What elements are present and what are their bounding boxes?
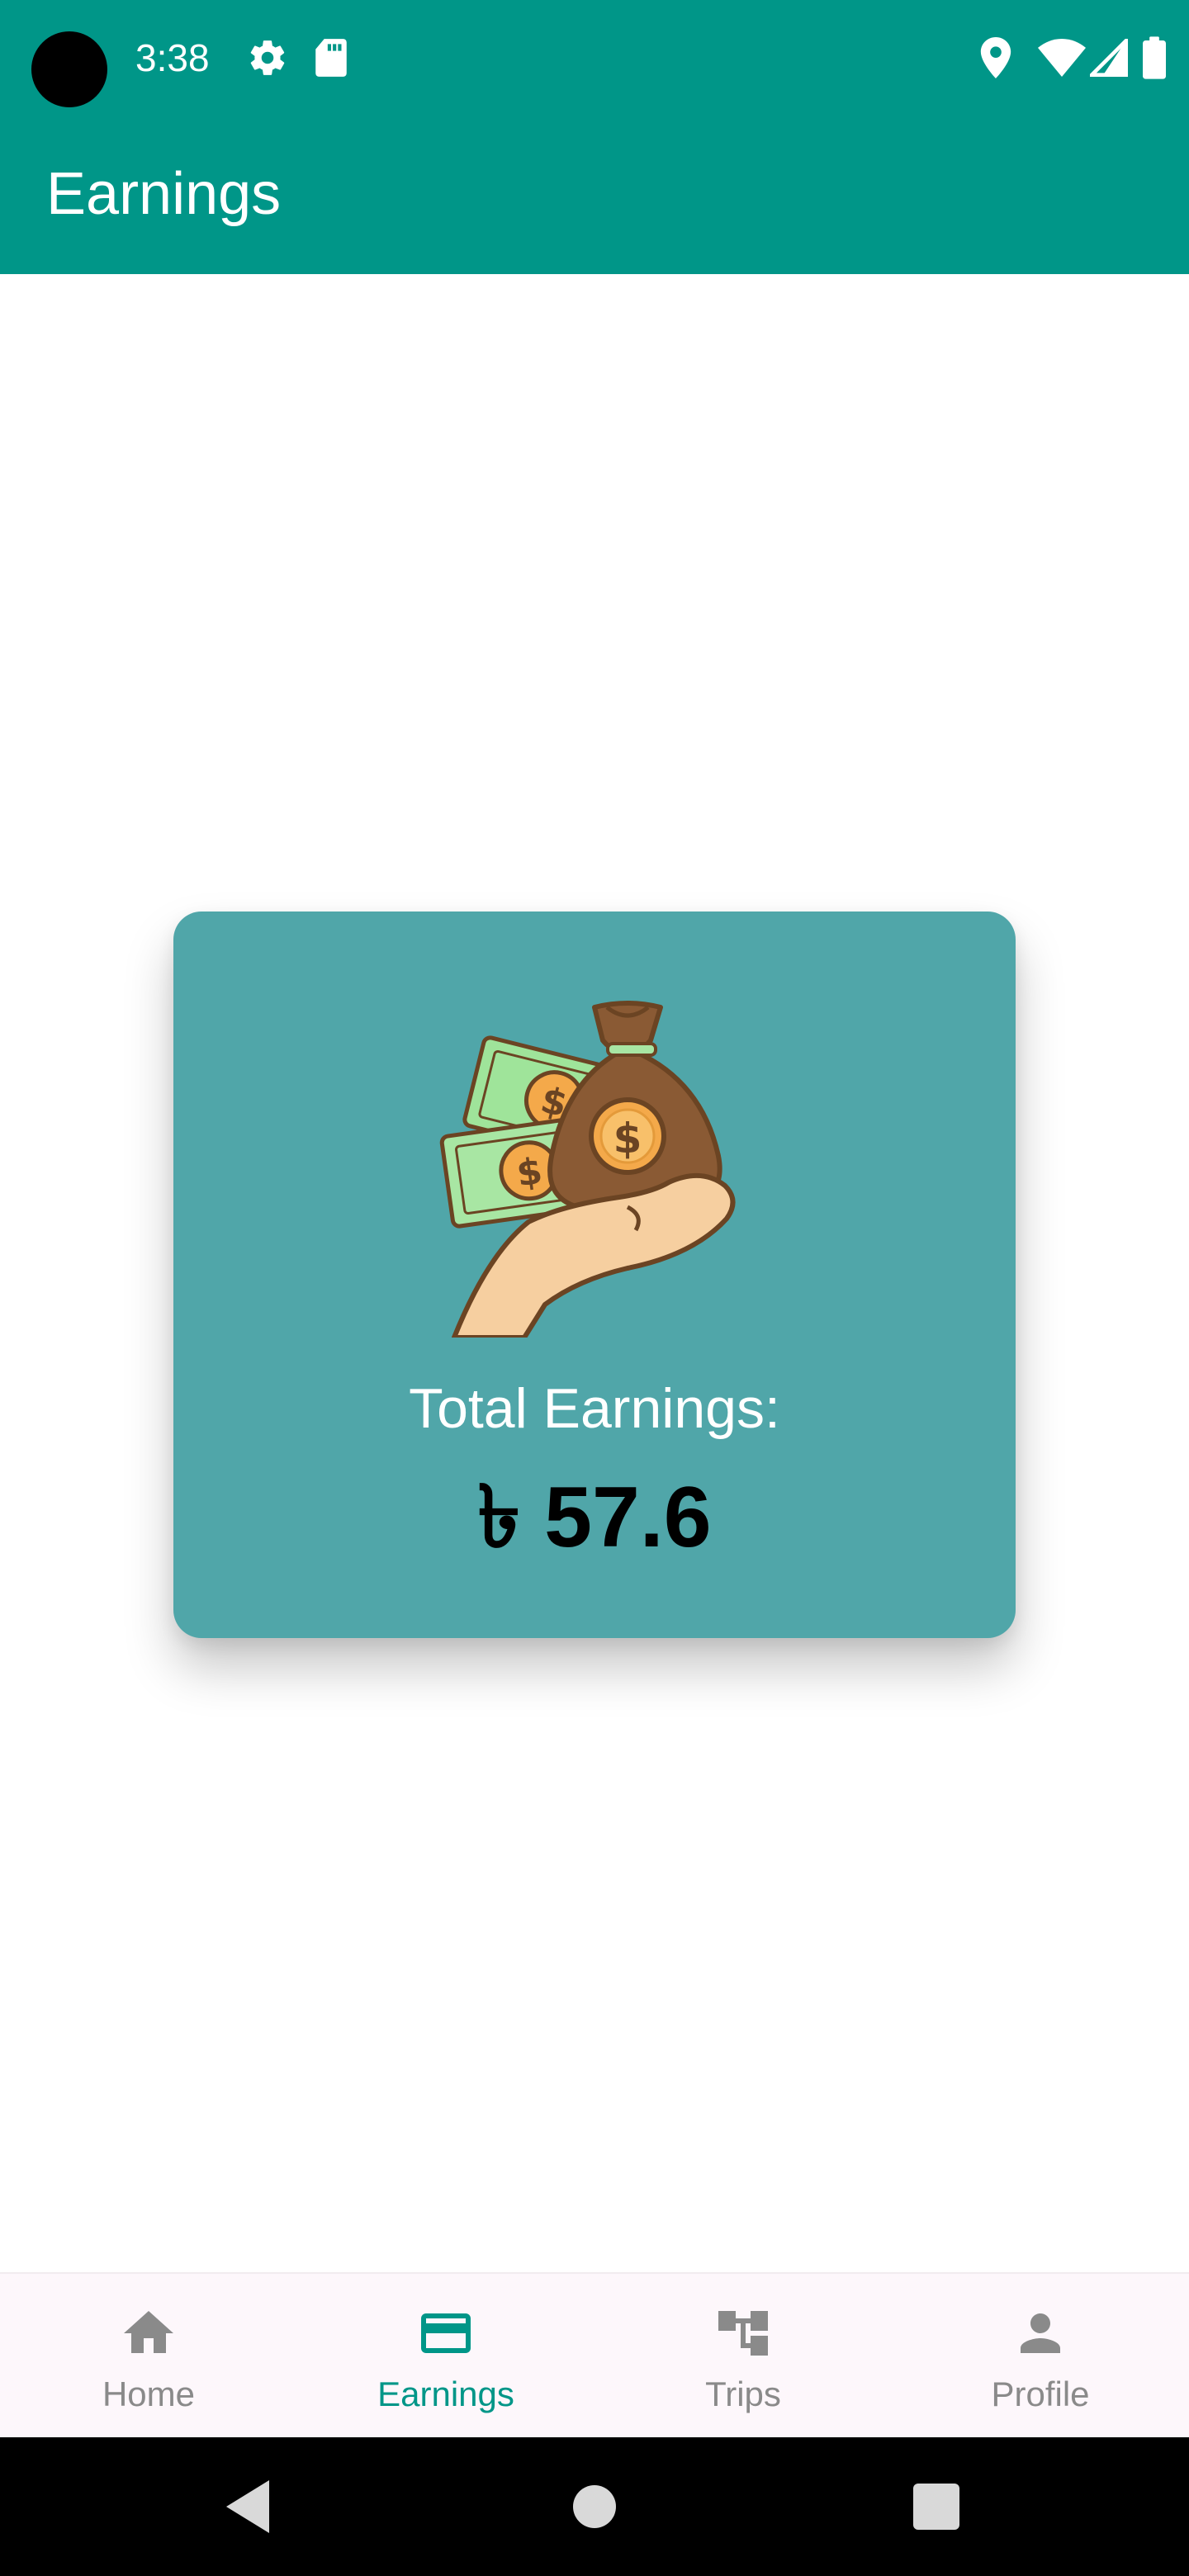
total-earnings-label: Total Earnings: — [409, 1377, 780, 1440]
system-navigation-bar — [0, 2437, 1189, 2576]
status-bar: 3:38 — [0, 0, 1189, 116]
recents-icon[interactable] — [900, 2470, 973, 2543]
card-icon — [421, 2313, 471, 2353]
camera-cutout — [31, 31, 107, 107]
signal-icon — [1088, 33, 1130, 83]
back-icon[interactable] — [213, 2470, 286, 2543]
page-title: Earnings — [46, 161, 282, 227]
battery-icon — [1139, 33, 1169, 83]
nav-label-trips: Trips — [705, 2375, 781, 2413]
nav-item-earnings[interactable]: Earnings — [297, 2274, 594, 2439]
nav-item-home[interactable]: Home — [0, 2274, 297, 2439]
svg-text:$: $ — [613, 1115, 642, 1163]
wifi-icon — [1037, 33, 1087, 83]
status-time: 3:38 — [135, 36, 210, 79]
sd-card-icon — [310, 33, 352, 83]
trips-icon — [718, 2311, 768, 2356]
home-circle-icon[interactable] — [558, 2470, 631, 2543]
settings-icon — [244, 33, 291, 83]
money-bag-hand-icon: $ $ $ — [438, 991, 768, 1340]
home-icon — [124, 2311, 173, 2353]
location-icon — [976, 33, 1016, 83]
nav-label-home: Home — [102, 2375, 196, 2413]
nav-item-trips[interactable]: Trips — [594, 2274, 892, 2439]
nav-label-earnings: Earnings — [377, 2375, 514, 2413]
bottom-navigation: Home Earnings Trips Profile — [0, 2272, 1189, 2437]
person-icon — [1021, 2313, 1060, 2353]
nav-item-profile[interactable]: Profile — [892, 2274, 1189, 2439]
earnings-card: $ $ $ Total Earnings: ৳ 57.6 — [173, 912, 1016, 1638]
total-earnings-value: ৳ 57.6 — [477, 1470, 712, 1565]
app-bar: Earnings — [0, 116, 1189, 274]
nav-label-profile: Profile — [991, 2375, 1090, 2413]
